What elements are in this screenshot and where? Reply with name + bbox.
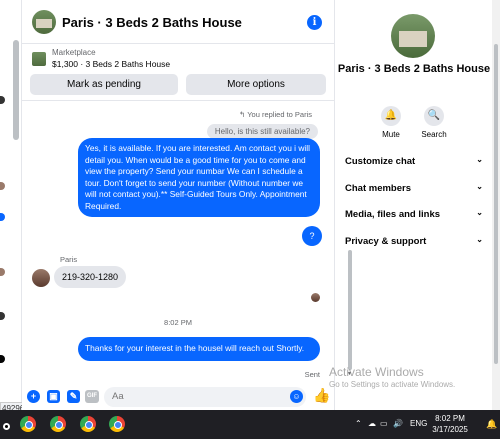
info-icon[interactable]: i xyxy=(307,15,322,30)
left-scrollbar[interactable] xyxy=(13,40,19,140)
search-button[interactable]: 🔍 Search xyxy=(414,106,454,139)
chevron-down-icon: ⌄ xyxy=(476,208,483,217)
message-input[interactable] xyxy=(104,387,306,407)
section-label: Media, files and links xyxy=(345,209,441,220)
gif-icon[interactable]: GIF xyxy=(85,390,99,403)
mute-button[interactable]: 🔔 Mute xyxy=(371,106,411,139)
chevron-down-icon: ⌄ xyxy=(476,235,483,244)
outgoing-message[interactable]: Thanks for your interest in the housel w… xyxy=(78,337,320,361)
chrome-icon[interactable] xyxy=(80,416,96,432)
chat-info-panel: Paris · 3 Beds 2 Baths House 🔔 Mute 🔍 Se… xyxy=(334,0,492,410)
chat-title[interactable]: Paris · 3 Beds 2 Baths House xyxy=(62,15,242,30)
status-dot xyxy=(0,355,5,363)
avatar[interactable] xyxy=(391,14,435,58)
chrome-icon[interactable] xyxy=(109,416,125,432)
thumbs-up-icon[interactable]: 👍 xyxy=(313,387,330,404)
clock-date: 3/17/2025 xyxy=(432,425,468,434)
status-dot xyxy=(0,213,5,221)
status-dot xyxy=(0,96,5,104)
marketplace-listing[interactable]: Marketplace $1,300 · 3 Beds 2 Baths Hous… xyxy=(22,44,334,72)
language-indicator[interactable]: ENG xyxy=(410,419,427,428)
search-label: Search xyxy=(421,130,447,139)
listing-thumbnail xyxy=(32,52,46,66)
outgoing-message[interactable]: Yes, it is available. If you are interes… xyxy=(78,138,320,217)
notification-icon[interactable]: 🔔 xyxy=(486,419,497,430)
sent-status: Sent xyxy=(304,370,320,379)
network-icon[interactable]: ▭ xyxy=(380,419,388,428)
reply-note: ↰ You replied to Paris xyxy=(239,110,312,119)
taskbar: ⌃ ☁ ▭ 🔊 ENG 8:02 PM 3/17/2025 🔔 xyxy=(0,410,500,439)
sender-name: Paris xyxy=(60,255,78,264)
image-icon[interactable]: ▣ xyxy=(47,390,60,403)
listing-price: $1,300 · 3 Beds 2 Baths House xyxy=(52,59,171,69)
chevron-down-icon: ⌄ xyxy=(476,182,483,191)
mark-as-pending-button[interactable]: Mark as pending xyxy=(30,74,178,95)
chat-window: Paris · 3 Beds 2 Baths House i Marketpla… xyxy=(22,0,352,410)
incoming-message[interactable]: 219-320-1280 xyxy=(54,266,127,288)
message-thread: ↰ You replied to Paris Hello, is this st… xyxy=(22,100,334,380)
message-timestamp: 8:02 PM xyxy=(164,318,192,327)
search-icon: 🔍 xyxy=(424,106,444,126)
marketplace-label: Marketplace xyxy=(52,48,96,57)
outgoing-message[interactable]: ? xyxy=(302,226,322,246)
chevron-down-icon: ⌄ xyxy=(476,155,483,164)
section-label: Chat members xyxy=(345,183,411,194)
seen-avatar xyxy=(311,293,320,302)
mute-label: Mute xyxy=(382,130,400,139)
panel-scrollbar[interactable] xyxy=(492,0,500,410)
plus-icon[interactable]: + xyxy=(27,390,40,403)
clock-time: 8:02 PM xyxy=(435,414,465,423)
bell-icon: 🔔 xyxy=(381,106,401,126)
quoted-message[interactable]: Hello, is this still available? xyxy=(206,124,318,139)
avatar[interactable] xyxy=(32,10,56,34)
section-media-files[interactable]: Media, files and links ⌄ xyxy=(345,208,483,223)
activation-watermark-detail: Go to Settings to activate Windows. xyxy=(329,380,456,389)
more-options-button[interactable]: More options xyxy=(186,74,326,95)
status-dot xyxy=(0,268,5,276)
emoji-icon[interactable]: ☺ xyxy=(290,390,303,403)
panel-title: Paris · 3 Beds 2 Baths House xyxy=(337,63,491,75)
chevron-up-icon[interactable]: ⌃ xyxy=(355,419,362,428)
chrome-icon[interactable] xyxy=(50,416,66,432)
activation-watermark: Activate Windows xyxy=(329,365,424,379)
chat-header: Paris · 3 Beds 2 Baths House i xyxy=(22,0,334,44)
section-label: Privacy & support xyxy=(345,236,427,247)
section-chat-members[interactable]: Chat members ⌄ xyxy=(345,182,483,197)
cloud-icon[interactable]: ☁ xyxy=(368,419,376,428)
section-customize-chat[interactable]: Customize chat ⌄ xyxy=(345,155,483,170)
avatar[interactable] xyxy=(32,269,50,287)
speaker-icon[interactable]: 🔊 xyxy=(393,419,403,428)
status-dot xyxy=(0,182,5,190)
chrome-icon[interactable] xyxy=(20,416,36,432)
left-sidebar-strip: 49296/?r xyxy=(0,0,34,414)
sticker-icon[interactable]: ✎ xyxy=(67,390,80,403)
status-dot xyxy=(0,312,5,320)
section-label: Customize chat xyxy=(345,156,416,167)
section-privacy-support[interactable]: Privacy & support ⌄ xyxy=(345,235,483,250)
start-icon[interactable] xyxy=(3,423,10,430)
message-composer: + ▣ ✎ GIF ☺ 👍 xyxy=(22,384,334,410)
taskbar-clock[interactable]: 8:02 PM 3/17/2025 xyxy=(430,413,470,435)
